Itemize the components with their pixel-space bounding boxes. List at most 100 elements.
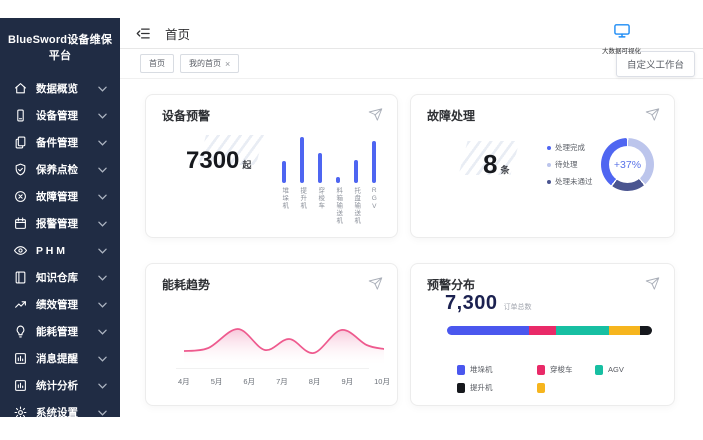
- sidebar-item-备件管理[interactable]: 备件管理: [0, 129, 120, 156]
- distribution-bar: [447, 326, 652, 335]
- donut-center-label: +37%: [614, 159, 641, 171]
- legend-swatch: [457, 383, 465, 393]
- bar-segment: [529, 326, 556, 335]
- energy-area-chart: [184, 320, 384, 366]
- fault-circle-icon: [14, 190, 27, 203]
- sidebar-item-label: 统计分析: [36, 378, 78, 393]
- axis-tick-label: 10月: [374, 376, 390, 387]
- sidebar-menu: 数据概览设备管理备件管理保养点检故障管理报警管理 P H M知识仓库绩效管理能耗管…: [0, 75, 120, 426]
- sidebar-item-绩效管理[interactable]: 绩效管理: [0, 291, 120, 318]
- sidebar-item-能耗管理[interactable]: 能耗管理: [0, 318, 120, 345]
- legend-dot: [547, 163, 551, 167]
- fault-legend: 处理完成待处理处理未通过: [547, 142, 593, 193]
- sidebar-item-知识仓库[interactable]: 知识仓库: [0, 264, 120, 291]
- chevron-down-icon: [98, 302, 107, 308]
- topbar: 首页 大数据可视化: [120, 18, 703, 49]
- bar-column: RGV: [368, 135, 379, 225]
- send-icon[interactable]: [645, 276, 660, 291]
- legend-label: 待处理: [555, 159, 578, 170]
- chevron-down-icon: [98, 86, 107, 92]
- breadcrumb: 首页: [165, 24, 190, 43]
- close-icon[interactable]: ×: [225, 61, 230, 67]
- sidebar-item-故障管理[interactable]: 故障管理: [0, 183, 120, 210]
- legend-item: 堆垛机: [457, 364, 537, 375]
- sidebar-item-设备管理[interactable]: 设备管理: [0, 102, 120, 129]
- card-title: 设备预警: [162, 107, 210, 124]
- tab-label: 我的首页: [189, 58, 221, 69]
- bar-column: 提升机: [296, 135, 307, 225]
- distribution-legend: 堆垛机 穿梭车AGV 提升机: [457, 364, 624, 393]
- viz-caption: 大数据可视化: [602, 45, 641, 55]
- device-icon: [14, 109, 27, 122]
- bar-wrap: [318, 135, 322, 183]
- distribution-total: 7,300 订单总数: [445, 292, 532, 315]
- sidebar-item-PHM[interactable]: P H M: [0, 237, 120, 264]
- chevron-down-icon: [98, 221, 107, 227]
- sidebar-item-消息提醒[interactable]: 消息提醒: [0, 345, 120, 372]
- card-energy-trend: 能耗趋势 4月5月6月7月8月9月10月: [145, 263, 398, 406]
- bar-label: 托盘输送机: [352, 187, 359, 225]
- sidebar-item-label: 设备管理: [36, 108, 78, 123]
- fault-count: 8条: [483, 149, 509, 180]
- card-title: 能耗趋势: [162, 276, 210, 293]
- bar-wrap: [282, 135, 286, 183]
- bar-label: 提升机: [298, 187, 305, 210]
- home-icon: [14, 82, 27, 95]
- sidebar-item-label: 故障管理: [36, 189, 78, 204]
- legend-item: 穿梭车: [537, 364, 595, 375]
- sidebar-item-保养点检[interactable]: 保养点检: [0, 156, 120, 183]
- send-icon[interactable]: [368, 276, 383, 291]
- chevron-down-icon: [98, 275, 107, 281]
- eye-icon: [14, 244, 27, 257]
- send-icon[interactable]: [645, 107, 660, 122]
- legend-dot: [547, 146, 551, 150]
- sidebar: BlueSword设备维保平台 数据概览设备管理备件管理保养点检故障管理报警管理…: [0, 18, 120, 417]
- count-value: 7300: [186, 147, 239, 174]
- bar-label: RGV: [370, 187, 377, 211]
- chevron-down-icon: [98, 383, 107, 389]
- tab-我的首页[interactable]: 我的首页 ×: [180, 54, 239, 73]
- big-data-viz-link[interactable]: 大数据可视化: [602, 22, 641, 55]
- legend-item: [537, 382, 595, 393]
- bar: [372, 141, 376, 183]
- axis-tick-label: 6月: [243, 376, 255, 387]
- gear-icon: [14, 406, 27, 419]
- menu-fold-icon[interactable]: [136, 26, 151, 41]
- sidebar-item-统计分析[interactable]: 统计分析: [0, 372, 120, 399]
- sidebar-item-label: 消息提醒: [36, 351, 78, 366]
- monitor-icon: [612, 22, 632, 44]
- legend-item: AGV: [595, 364, 624, 375]
- tab-label: 首页: [149, 58, 165, 69]
- chevron-down-icon: [98, 356, 107, 362]
- axis-line: [176, 368, 369, 369]
- chevron-down-icon: [98, 410, 107, 416]
- card-device-warning: 设备预警 7300起 堆垛机提升机穿梭车料箱输送机托盘输送机RGV: [145, 94, 398, 238]
- axis-tick-label: 5月: [211, 376, 223, 387]
- app-logo-title: BlueSword设备维保平台: [0, 18, 120, 75]
- bar-wrap: [372, 135, 376, 183]
- legend-label: 堆垛机: [470, 364, 493, 375]
- sidebar-item-系统设置[interactable]: 系统设置: [0, 399, 120, 426]
- bar-wrap: [354, 135, 358, 183]
- legend-item: 处理未通过: [547, 176, 593, 187]
- trend-icon: [14, 298, 27, 311]
- bar-column: 料箱输送机: [332, 135, 343, 225]
- count-unit: 起: [242, 160, 251, 170]
- total-label: 订单总数: [504, 302, 532, 312]
- axis-tick-label: 7月: [276, 376, 288, 387]
- sidebar-item-label: 报警管理: [36, 216, 78, 231]
- card-fault-handling: 故障处理 8条 处理完成待处理处理未通过 +37%: [410, 94, 675, 238]
- legend-swatch: [595, 365, 603, 375]
- sidebar-item-数据概览[interactable]: 数据概览: [0, 75, 120, 102]
- count-value: 8: [483, 149, 497, 179]
- chevron-down-icon: [98, 248, 107, 254]
- tab-首页[interactable]: 首页: [140, 54, 174, 73]
- sidebar-item-报警管理[interactable]: 报警管理: [0, 210, 120, 237]
- legend-item: 提升机: [457, 382, 537, 393]
- bar-label: 料箱输送机: [334, 187, 341, 225]
- sidebar-item-label: 备件管理: [36, 135, 78, 150]
- send-icon[interactable]: [368, 107, 383, 122]
- bar-segment: [609, 326, 640, 335]
- chart-box-icon: [14, 352, 27, 365]
- legend-swatch: [457, 365, 465, 375]
